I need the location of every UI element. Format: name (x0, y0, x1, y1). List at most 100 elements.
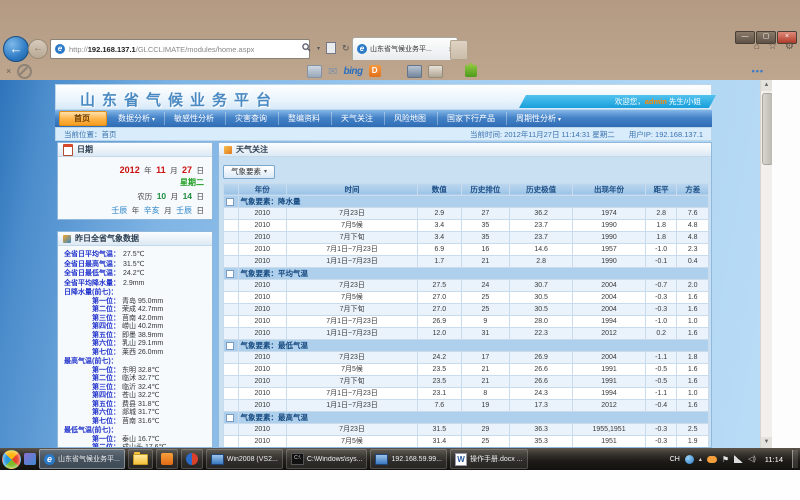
start-button[interactable] (2, 450, 21, 469)
ranking-item: 第一位：青岛 95.0mm (64, 298, 208, 307)
stat-line: 全省日最低气温：24.2℃ (64, 269, 208, 279)
taskbar-docx-window[interactable]: W 操作手册.docx ... (450, 449, 528, 469)
search-caret-icon[interactable]: ▾ (317, 45, 320, 52)
nav-item[interactable]: 首页 (59, 111, 107, 126)
ranking-item: 第三位：莒南 42.0mm (64, 315, 208, 324)
section-checkbox[interactable] (226, 414, 234, 422)
section-header-row: 气象要素：降水量 (224, 195, 709, 207)
more-options-icon[interactable]: ••• (752, 66, 764, 76)
taskbar-remote-window[interactable]: 192.168.59.99... (370, 449, 447, 469)
element-dropdown-button[interactable]: 气象要素▾ (223, 165, 275, 179)
speaker-icon[interactable]: ◁) (748, 455, 756, 463)
snapshot-icon[interactable] (407, 65, 422, 78)
nav-item[interactable]: 天气关注 (331, 112, 384, 125)
nav-item[interactable]: 风险地图 (384, 112, 437, 125)
nav-item[interactable]: 敏感性分析 (164, 112, 225, 125)
hidden-icons-caret[interactable]: ▴ (699, 456, 702, 463)
toolbar-plugin-icon[interactable] (428, 65, 443, 78)
table-row: 20107月5候3.435 23.719901.84.8 (224, 219, 709, 231)
table-row: 20107月5候23.521 26.61991-0.51.6 (224, 363, 709, 375)
puzzle-addon-icon[interactable] (465, 65, 477, 77)
chevron-down-icon: ▾ (558, 117, 561, 123)
toolbar-close-icon[interactable]: × (6, 66, 11, 76)
page-scrollbar[interactable]: ▲ ▼ (760, 80, 772, 448)
nav-item[interactable]: 整编资料 (278, 112, 331, 125)
taskbar-clock[interactable]: 11:14 (761, 455, 787, 464)
back-button[interactable]: ← (3, 36, 29, 62)
network-icon[interactable] (734, 455, 743, 463)
ranking-item: 第三位：临沂 32.4℃ (64, 384, 208, 393)
address-bar[interactable]: e http://192.168.137.1/GLCCLIMATE/module… (50, 39, 310, 59)
taskbar-pinned-icon[interactable] (24, 453, 36, 465)
remote-desktop-icon (375, 454, 388, 465)
section-checkbox[interactable] (226, 198, 234, 206)
table-section: 气象要素：最低气温 20107月23日24.217 26.92004-1.11.… (224, 339, 709, 411)
table-row: 20107月1日~7月23日6.916 14.61957-1.02.3 (224, 243, 709, 255)
ranking-item: 第六位：郯城 31.7℃ (64, 409, 208, 418)
weather-watch-panel: 天气关注 气象要素▾ 年份 (218, 142, 712, 448)
blocked-icon (17, 64, 32, 79)
favorites-star-icon[interactable]: ☆ (768, 41, 777, 52)
scroll-down-icon[interactable]: ▼ (761, 437, 772, 448)
table-section: 气象要素：最高气温 20107月23日31.529 36.31955,1951-… (224, 411, 709, 448)
nav-item[interactable]: 周期性分析▾ (506, 112, 570, 125)
breadcrumb: 当前位置：首页 (64, 129, 117, 140)
bing-logo[interactable]: bing (343, 66, 362, 77)
home-icon[interactable]: ⌂ (754, 41, 760, 52)
current-time: 当前时间: 2012年11月27日 11:14:31 星期二 (470, 129, 615, 140)
ranking-item: 第一位：泰山 16.7℃ (64, 436, 208, 445)
browser-tab[interactable]: e 山东省气候业务平... × (352, 37, 458, 60)
new-tab-button[interactable] (450, 40, 468, 60)
search-icon[interactable] (302, 43, 311, 54)
screen: — ▢ × ← ← e http://192.168.137.1/GLCCLIM… (0, 0, 800, 500)
nav-item[interactable]: 数据分析▾ (109, 112, 164, 125)
table-row: 20107月23日31.529 36.31955,1951-0.32.5 (224, 423, 709, 435)
section-checkbox[interactable] (226, 342, 234, 350)
nav-item[interactable]: 灾害查询 (225, 112, 278, 125)
taskbar-cmd-window[interactable]: C:\ C:\Windows\sys... (286, 449, 368, 469)
ranking-group: 日降水量(前七)： 第一位：青岛 95.0mm 第二位：荣成 42.7mm 第三… (64, 289, 208, 357)
calendar-icon (63, 144, 73, 156)
table-header-row: 年份 时间 数值 历史排位 历史极值 出现年份 距平 方差 (224, 183, 709, 195)
tools-gear-icon[interactable]: ⚙ (785, 41, 794, 52)
table-row: 20101月1日~7月23日12.031 22.320120.21.6 (224, 327, 709, 339)
section-checkbox[interactable] (226, 270, 234, 278)
checkbox-column-header (224, 183, 239, 195)
taskbar-explorer-button[interactable] (128, 449, 153, 469)
browser-navigation-bar: ← ← e http://192.168.137.1/GLCCLIMATE/mo… (0, 36, 800, 62)
cards-icon[interactable] (307, 65, 322, 78)
table-row: 20107月5候31.425 35.31951-0.31.9 (224, 435, 709, 447)
d-plugin-icon[interactable]: D (369, 65, 381, 77)
table-row: 20107月下旬3.435 23.719901.84.8 (224, 231, 709, 243)
compatibility-icon[interactable] (326, 42, 336, 54)
ranking-group: 最低气温(前七)： 第一位：泰山 16.7℃ 第二位：成山头 17.6℃ 第三位… (64, 427, 208, 448)
province-stats: 全省日平均气温：27.5℃ 全省日最高气温：31.5℃ 全省日最低气温：24.2… (64, 250, 208, 288)
language-indicator[interactable]: CH (670, 456, 680, 463)
addon-toolbar: × ✉ bing D ••• (0, 62, 800, 80)
tray-cloud-icon[interactable] (707, 456, 717, 463)
browser-viewport: 山东省气候业务平台 欢迎您，admin 先生/小姐 首页 数据分析▾ 敏感性分析… (0, 80, 800, 448)
tray-app-icon[interactable] (685, 455, 694, 464)
taskbar: e 山东省气候业务平... Win2008 (VS2... C:\ C:\Win… (0, 448, 800, 470)
section-header-row: 气象要素：最低气温 (224, 339, 709, 351)
taskbar-media-app-button[interactable] (181, 449, 203, 469)
forward-button[interactable]: ← (28, 39, 48, 59)
section-header-row: 气象要素：平均气温 (224, 267, 709, 279)
refresh-icon[interactable]: ↻ (342, 43, 350, 54)
ie-icon: e (44, 454, 55, 465)
main-navigation: 首页 数据分析▾ 敏感性分析 灾害查询 整编资料 天气关注 风险地图 国家下行产… (55, 110, 712, 127)
table-section: 气象要素：降水量 20107月23日2.927 36.219742.87.6 (224, 195, 709, 267)
taskbar-orange-app-button[interactable] (156, 449, 178, 469)
action-center-flag-icon[interactable]: ⚑ (722, 455, 729, 464)
show-desktop-button[interactable] (792, 450, 798, 468)
table-section: 气象要素：平均气温 20107月23日27.524 30.72004-0.72.… (224, 267, 709, 339)
climate-panel-icon (63, 235, 71, 243)
nav-item[interactable]: 国家下行产品 (437, 112, 506, 125)
taskbar-ie-window[interactable]: e 山东省气候业务平... (39, 449, 125, 469)
cmd-icon: C:\ (291, 453, 304, 465)
chevron-down-icon: ▾ (264, 168, 267, 175)
mail-icon[interactable]: ✉ (328, 65, 337, 78)
stat-line: 全省平均降水量：2.9mm (64, 279, 208, 289)
taskbar-win2008-window[interactable]: Win2008 (VS2... (206, 449, 283, 469)
scroll-up-icon[interactable]: ▲ (761, 80, 772, 91)
